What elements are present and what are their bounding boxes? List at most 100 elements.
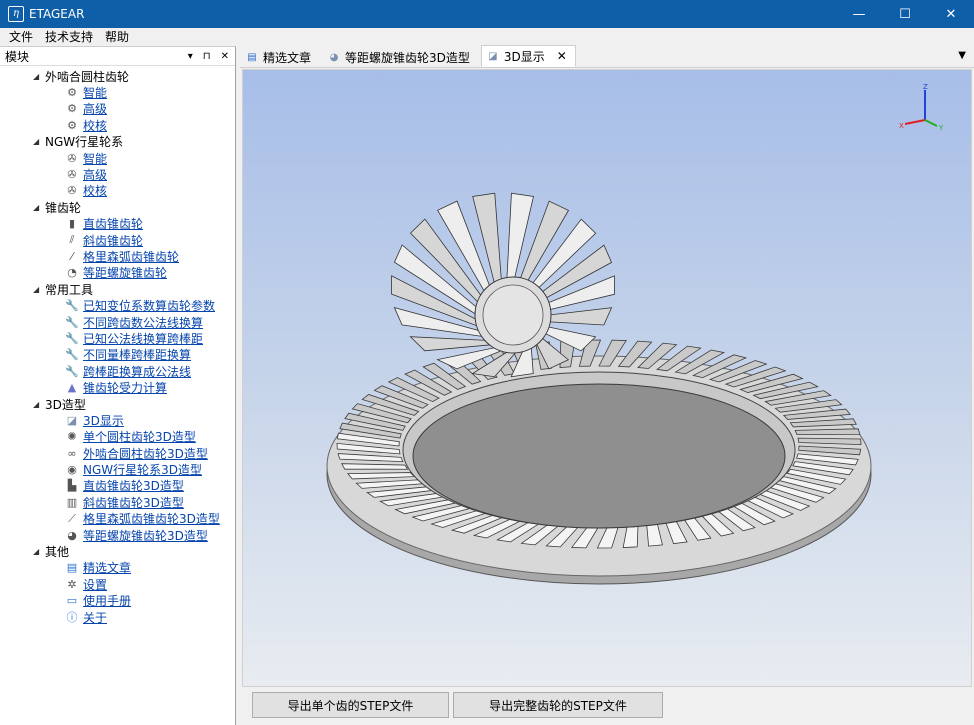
tree-item[interactable]: ▙ 直齿锥齿轮3D造型: [0, 478, 235, 494]
tree-item[interactable]: ✺ 单个圆柱齿轮3D造型: [0, 429, 235, 445]
tree-item[interactable]: ⚙ 智能: [0, 84, 235, 100]
tree-item[interactable]: ◪ 3D显示: [0, 412, 235, 428]
tree-item-link[interactable]: 设置: [83, 576, 107, 593]
tree-item-link[interactable]: 智能: [83, 150, 107, 167]
tab-close-icon[interactable]: ✕: [557, 49, 567, 63]
tree-item-link[interactable]: 关于: [83, 609, 107, 626]
3d-viewport[interactable]: Z X Y: [242, 69, 972, 687]
gleason-bevel-icon: ⁄: [71, 249, 73, 263]
tree-item-link[interactable]: NGW行星轮系3D造型: [83, 461, 202, 478]
axis-z-label: Z: [923, 83, 928, 91]
tree-item-link[interactable]: 已知变位系数算齿轮参数: [83, 297, 215, 314]
tree-item[interactable]: ⚙ 高级: [0, 101, 235, 117]
tree-item[interactable]: ⫽ 斜齿锥齿轮: [0, 232, 235, 248]
tree-item-link[interactable]: 不同量棒跨棒距换算: [83, 346, 191, 363]
tree-item-link[interactable]: 校核: [83, 117, 107, 134]
tree-item[interactable]: 🔧 不同量棒跨棒距换算: [0, 347, 235, 363]
maximize-button[interactable]: ☐: [882, 0, 928, 28]
panel-dropdown-icon[interactable]: ▾: [188, 47, 193, 66]
tree-item-link[interactable]: 精选文章: [83, 559, 131, 576]
collapse-triangle-icon[interactable]: ◢: [33, 547, 45, 556]
minimize-button[interactable]: —: [836, 0, 882, 28]
tree-item[interactable]: ✇ 高级: [0, 166, 235, 182]
tree-item-link[interactable]: 格里森弧齿锥齿轮3D造型: [83, 510, 220, 527]
pinion-tooth: [409, 336, 497, 352]
tree-item-link[interactable]: 校核: [83, 182, 107, 199]
panel-close-icon[interactable]: ✕: [221, 47, 229, 66]
tree-item-link[interactable]: 斜齿锥齿轮: [83, 232, 143, 249]
tree-item-link[interactable]: 锥齿轮受力计算: [83, 379, 167, 396]
collapse-triangle-icon[interactable]: ◢: [33, 137, 45, 146]
collapse-triangle-icon[interactable]: ◢: [33, 400, 45, 409]
tree-group-label: 其他: [45, 545, 70, 560]
tree-group[interactable]: ◢ NGW行星轮系: [0, 134, 235, 150]
panel-pin-icon[interactable]: ⊓: [203, 47, 211, 66]
tree-item[interactable]: ⚙ 校核: [0, 117, 235, 133]
tree-item[interactable]: ⓘ 关于: [0, 609, 235, 625]
tree-item[interactable]: ▲ 锥齿轮受力计算: [0, 379, 235, 395]
gear-pair-icon: ⚙: [67, 102, 77, 116]
tree-item-link[interactable]: 跨棒距换算成公法线: [83, 363, 191, 380]
collapse-triangle-icon[interactable]: ◢: [33, 72, 45, 81]
tab-label: 等距螺旋锥齿轮3D造型: [345, 50, 470, 65]
tree-item[interactable]: 🔧 不同跨齿数公法线换算: [0, 314, 235, 330]
tree-item-link[interactable]: 高级: [83, 100, 107, 117]
menu-help[interactable]: 帮助: [99, 28, 135, 46]
axis-y-label: Y: [938, 124, 944, 132]
pinion-face: [482, 284, 544, 346]
tree-item[interactable]: ∞ 外啮合圆柱齿轮3D造型: [0, 445, 235, 461]
export-full-gear-button[interactable]: 导出完整齿轮的STEP文件: [453, 692, 663, 718]
tree-item-link[interactable]: 3D显示: [83, 412, 124, 429]
tree-item-link[interactable]: 等距螺旋锥齿轮: [83, 264, 167, 281]
tab[interactable]: ▤ 精选文章: [240, 47, 320, 67]
tree-item[interactable]: ✇ 智能: [0, 150, 235, 166]
tree-item[interactable]: ✇ 校核: [0, 183, 235, 199]
tree-group[interactable]: ◢ 常用工具: [0, 281, 235, 297]
tree-group[interactable]: ◢ 3D造型: [0, 396, 235, 412]
document-icon: ▤: [247, 51, 257, 63]
tree-item-link[interactable]: 外啮合圆柱齿轮3D造型: [83, 445, 208, 462]
tree-item[interactable]: ⁄ 格里森弧齿锥齿轮: [0, 248, 235, 264]
tree-item-link[interactable]: 高级: [83, 166, 107, 183]
tree-item[interactable]: ▭ 使用手册: [0, 593, 235, 609]
tree-item[interactable]: ⟋ 格里森弧齿锥齿轮3D造型: [0, 511, 235, 527]
tree-item-link[interactable]: 直齿锥齿轮3D造型: [83, 477, 184, 494]
tree-group[interactable]: ◢ 外啮合圆柱齿轮: [0, 68, 235, 84]
tree-item-link[interactable]: 使用手册: [83, 592, 131, 609]
tree-item[interactable]: 🔧 已知变位系数算齿轮参数: [0, 297, 235, 313]
tree-item[interactable]: 🔧 已知公法线换算跨棒距: [0, 330, 235, 346]
tab-list-dropdown-icon[interactable]: ▼: [958, 50, 966, 61]
tab[interactable]: ◕ 等距螺旋锥齿轮3D造型: [322, 47, 479, 67]
tab[interactable]: ◪ 3D显示 ✕: [480, 45, 576, 67]
collapse-triangle-icon[interactable]: ◢: [33, 285, 45, 294]
menu-support[interactable]: 技术支持: [39, 28, 99, 46]
menu-file[interactable]: 文件: [0, 28, 39, 46]
ring-gear-bore: [412, 383, 786, 529]
tree-group[interactable]: ◢ 锥齿轮: [0, 199, 235, 215]
tree-item[interactable]: ◉ NGW行星轮系3D造型: [0, 461, 235, 477]
tree-item-link[interactable]: 等距螺旋锥齿轮3D造型: [83, 527, 208, 544]
tree-item-link[interactable]: 已知公法线换算跨棒距: [83, 330, 203, 347]
tree-item-link[interactable]: 斜齿锥齿轮3D造型: [83, 494, 184, 511]
tree-item-link[interactable]: 格里森弧齿锥齿轮: [83, 248, 179, 265]
collapse-triangle-icon[interactable]: ◢: [33, 203, 45, 212]
tree-item[interactable]: ◕ 等距螺旋锥齿轮3D造型: [0, 527, 235, 543]
tree-item[interactable]: ◔ 等距螺旋锥齿轮: [0, 265, 235, 281]
wrench-icon: 🔧: [65, 348, 79, 362]
close-button[interactable]: ✕: [928, 0, 974, 28]
tree-item-link[interactable]: 直齿锥齿轮: [83, 215, 143, 232]
tree-item[interactable]: ▥ 斜齿锥齿轮3D造型: [0, 494, 235, 510]
tree-group[interactable]: ◢ 其他: [0, 543, 235, 559]
tree-item[interactable]: 🔧 跨棒距换算成公法线: [0, 363, 235, 379]
tree-item-link[interactable]: 不同跨齿数公法线换算: [83, 314, 203, 331]
tree-item-link[interactable]: 单个圆柱齿轮3D造型: [83, 428, 196, 445]
tree-item[interactable]: ✲ 设置: [0, 576, 235, 592]
tree-item-link[interactable]: 智能: [83, 84, 107, 101]
tree-item[interactable]: ▤ 精选文章: [0, 560, 235, 576]
tab-label: 精选文章: [263, 50, 312, 65]
tree-item[interactable]: ▮ 直齿锥齿轮: [0, 216, 235, 232]
export-bar: 导出单个齿的STEP文件 导出完整齿轮的STEP文件: [242, 688, 972, 725]
export-single-tooth-button[interactable]: 导出单个齿的STEP文件: [252, 692, 449, 718]
pinion-tooth: [547, 307, 613, 326]
straight-bevel-icon: ▮: [68, 217, 76, 231]
